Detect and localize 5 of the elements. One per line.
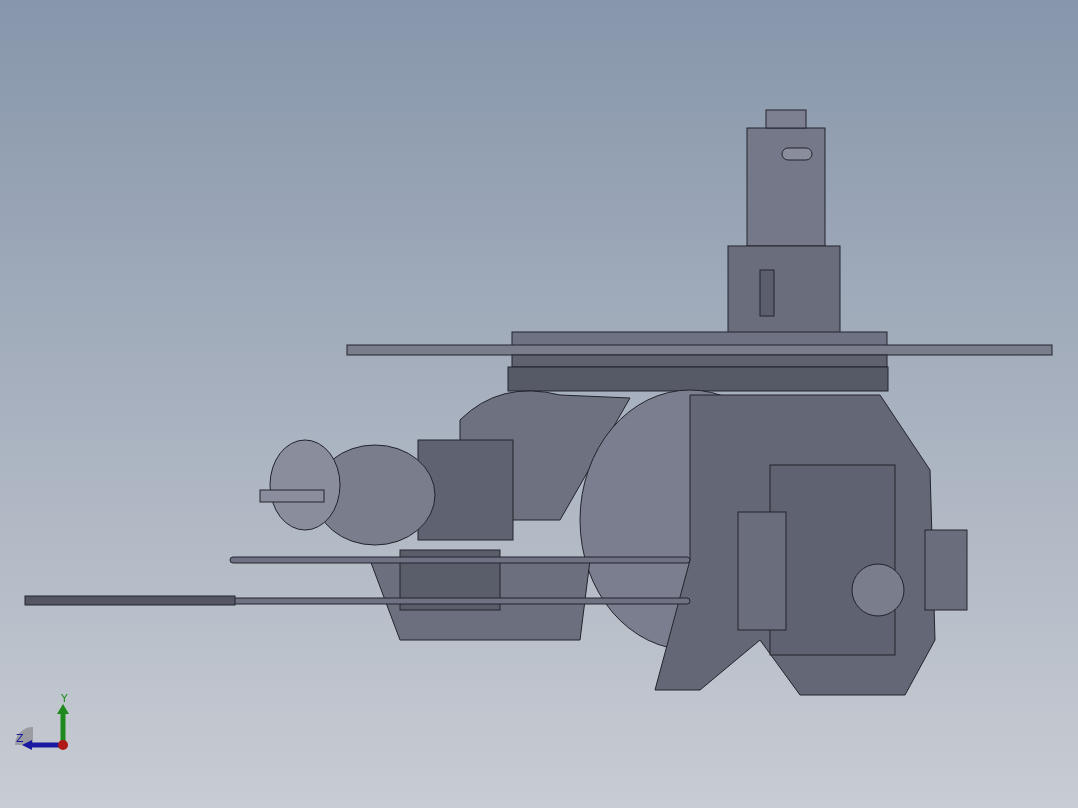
axis-label: Y xyxy=(61,692,68,705)
graphics-viewport[interactable]: Y Z xyxy=(0,0,1078,808)
axis-triad[interactable]: Y Z xyxy=(3,690,73,750)
axis-label: Z xyxy=(16,732,24,745)
origin-icon xyxy=(58,740,68,750)
